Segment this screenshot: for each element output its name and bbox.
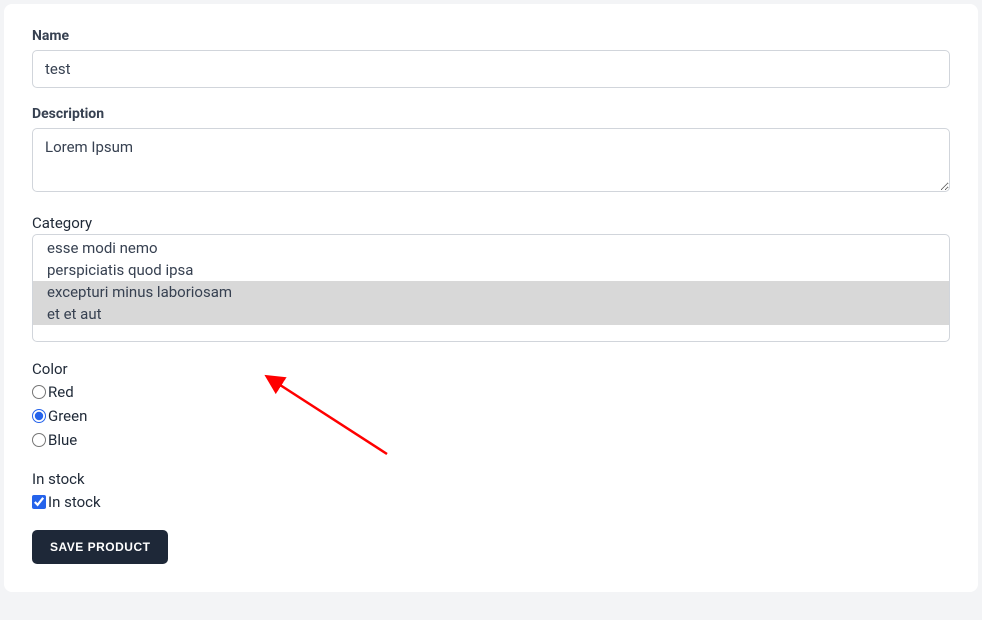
category-option[interactable]: excepturi minus laboriosam	[33, 281, 949, 303]
category-group: Category eligendi reprehenderit qui esse…	[32, 214, 950, 342]
instock-checkbox-label: In stock	[48, 490, 101, 514]
color-radio-label: Blue	[48, 428, 77, 452]
category-label: Category	[32, 214, 950, 232]
color-option-red: Red	[32, 380, 950, 404]
instock-row: In stock	[32, 490, 950, 514]
save-product-button[interactable]: SAVE PRODUCT	[32, 530, 168, 564]
name-group: Name	[32, 28, 950, 88]
color-label: Color	[32, 360, 950, 378]
color-radio-blue[interactable]	[32, 433, 46, 447]
color-group: Color Red Green Blue	[32, 360, 950, 452]
category-option[interactable]: esse modi nemo	[33, 237, 949, 259]
name-label: Name	[32, 28, 950, 44]
color-radio-label: Green	[48, 404, 87, 428]
color-radio-label: Red	[48, 380, 74, 404]
instock-checkbox[interactable]	[32, 495, 46, 509]
color-option-blue: Blue	[32, 428, 950, 452]
color-option-green: Green	[32, 404, 950, 428]
description-group: Description	[32, 106, 950, 196]
description-textarea[interactable]	[32, 128, 950, 192]
instock-label: In stock	[32, 470, 950, 488]
color-radio-green[interactable]	[32, 409, 46, 423]
color-radio-red[interactable]	[32, 385, 46, 399]
product-form-card: Name Description Category eligendi repre…	[4, 4, 978, 592]
category-select[interactable]: eligendi reprehenderit qui esse modi nem…	[32, 234, 950, 342]
description-label: Description	[32, 106, 950, 122]
category-option[interactable]: perspiciatis quod ipsa	[33, 259, 949, 281]
category-option[interactable]: et et aut	[33, 303, 949, 325]
name-input[interactable]	[32, 50, 950, 88]
instock-group: In stock In stock	[32, 470, 950, 514]
